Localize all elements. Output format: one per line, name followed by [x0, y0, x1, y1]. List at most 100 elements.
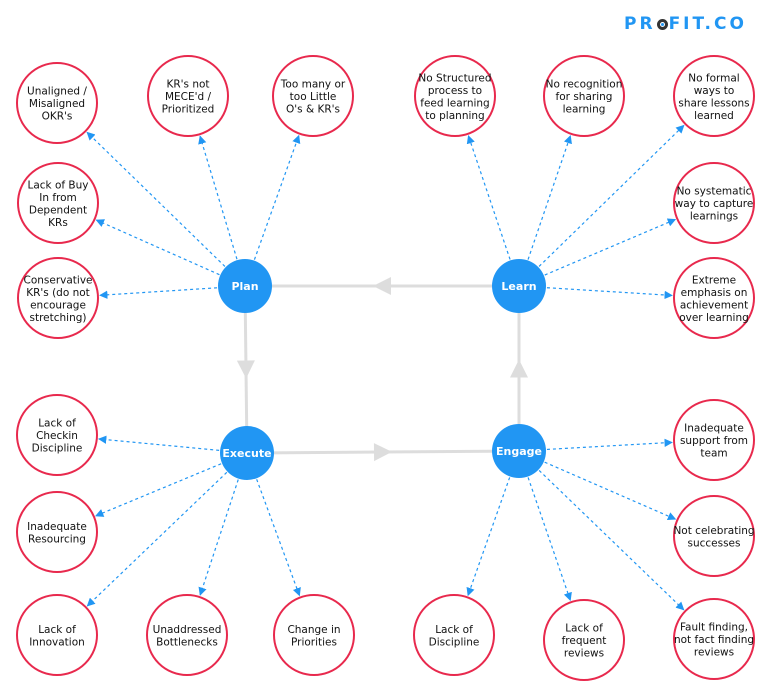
issue-label-line: Lack of: [38, 624, 76, 636]
connector-learn-0: [466, 135, 511, 260]
issue-node-execute-0: Lack ofCheckinDiscipline: [16, 394, 98, 476]
stage-label: Plan: [231, 280, 258, 293]
issue-label-line: No systematic: [677, 186, 752, 198]
issue-label-line: No Structured: [418, 72, 491, 84]
issue-label-line: Checkin: [36, 430, 78, 442]
issue-label-line: emphasis on: [681, 287, 748, 299]
issue-node-execute-3: UnaddressedBottlenecks: [146, 594, 228, 676]
issue-node-execute-1: InadequateResourcing: [16, 491, 98, 573]
issue-label-line: way to capture: [675, 198, 754, 210]
issue-label-line: KR's not: [166, 79, 209, 91]
connector-learn-1: [527, 134, 572, 260]
issue-label-line: team: [700, 448, 727, 460]
issue-label-line: Lack of Buy: [27, 179, 88, 191]
issue-node-engage-4: Fault finding,not fact findingreviews: [673, 598, 755, 680]
issue-node-learn-1: No recognitionfor sharinglearning: [543, 55, 625, 137]
connector-plan-4: [99, 287, 218, 300]
connector-plan-1: [198, 135, 238, 260]
issue-connectors: [86, 124, 685, 611]
issue-node-plan-2: Too many ortoo LittleO's & KR's: [272, 55, 354, 137]
connector-plan-2: [253, 134, 301, 260]
issue-label-line: Unaddressed: [153, 624, 222, 636]
flow-arrow-icon: [510, 359, 528, 378]
issue-nodes: Unaligned /MisalignedOKR's KR's notMECE'd…: [16, 55, 755, 681]
issue-label-line: reviews: [694, 647, 734, 659]
issue-label-line: OKR's: [42, 111, 73, 123]
issue-label-line: learned: [694, 110, 734, 122]
issue-label-line: Priorities: [291, 636, 337, 648]
issue-label-line: support from: [680, 435, 748, 447]
issue-node-learn-3: No systematicway to capturelearnings: [673, 162, 755, 244]
connector-execute-1: [95, 463, 222, 517]
issue-label-line: Too many or: [280, 79, 346, 91]
issue-label-line: reviews: [564, 648, 604, 660]
issue-label-line: No recognition: [546, 79, 623, 91]
connector-engage-2: [466, 477, 511, 597]
flow-arrow-icon: [236, 360, 255, 379]
issue-label-line: Misaligned: [29, 98, 85, 110]
stage-node-execute: Execute: [220, 426, 274, 480]
issue-label-line: Lack of: [435, 624, 473, 636]
issue-label-line: over learning: [679, 312, 749, 324]
issue-node-plan-1: KR's notMECE'd /Prioritized: [147, 55, 229, 137]
issue-label-line: Discipline: [32, 443, 83, 455]
issue-node-engage-2: Lack ofDiscipline: [413, 594, 495, 676]
issue-label-line: stretching): [29, 312, 86, 324]
stage-nodes: Plan Learn Execute Engage: [218, 259, 546, 480]
issue-node-learn-4: Extremeemphasis onachievementover learni…: [673, 257, 755, 339]
issue-node-learn-2: No formalways toshare lessonslearned: [673, 55, 755, 137]
issue-label-line: Change in: [287, 624, 340, 636]
stage-label: Learn: [501, 280, 536, 293]
issue-label-line: Not celebrating: [673, 525, 754, 537]
issue-label-line: successes: [687, 537, 740, 549]
connector-learn-3: [544, 218, 677, 276]
issue-label-line: for sharing: [556, 91, 613, 103]
issue-node-engage-0: Inadequatesupport fromteam: [673, 399, 755, 481]
issue-label-line: Unaligned /: [27, 86, 87, 98]
issue-label-line: KR's (do not: [26, 287, 90, 299]
issue-label-line: learning: [563, 104, 606, 116]
issue-label-line: Discipline: [429, 636, 480, 648]
connector-plan-3: [95, 219, 220, 276]
stage-label: Execute: [222, 447, 271, 460]
flow-arrow-icon: [373, 443, 392, 462]
connector-execute-0: [97, 435, 220, 451]
stage-node-engage: Engage: [492, 424, 546, 478]
issue-node-execute-2: Lack ofInnovation: [16, 594, 98, 676]
issue-label-line: Resourcing: [28, 533, 86, 545]
issue-label-line: encourage: [30, 299, 86, 311]
issue-node-plan-0: Unaligned /MisalignedOKR's: [16, 62, 98, 144]
issue-label-line: share lessons: [678, 97, 749, 109]
issue-label-line: Dependent: [29, 204, 87, 216]
issue-node-learn-0: No Structuredprocess tofeed learningto p…: [414, 55, 496, 137]
issue-label-line: ways to: [694, 85, 735, 97]
stage-node-plan: Plan: [218, 259, 272, 313]
connector-execute-3: [198, 479, 239, 596]
connector-learn-4: [546, 287, 673, 300]
issue-label-line: Prioritized: [162, 104, 215, 116]
issue-label-line: too Little: [290, 91, 337, 103]
issue-label-line: KRs: [48, 217, 68, 229]
issue-node-execute-4: Change inPriorities: [273, 594, 355, 676]
issue-label-line: Conservative: [23, 274, 92, 286]
issue-label-line: to planning: [425, 110, 484, 122]
issue-label-line: MECE'd /: [165, 91, 212, 103]
issue-label-line: Extreme: [692, 274, 736, 286]
issue-label-line: Lack of: [38, 418, 76, 430]
issue-label-line: process to: [428, 85, 482, 97]
connector-plan-0: [86, 131, 226, 267]
issue-label-line: frequent: [562, 635, 607, 647]
issue-label-line: Lack of: [565, 623, 603, 635]
issue-label-line: learnings: [690, 211, 738, 223]
cycle-flow-lines: [236, 277, 528, 462]
issue-label-line: Fault finding,: [680, 622, 748, 634]
issue-node-plan-4: ConservativeKR's (do notencouragestretch…: [17, 257, 99, 339]
issue-label-line: Inadequate: [684, 423, 744, 435]
stage-node-learn: Learn: [492, 259, 546, 313]
issue-label-line: not fact finding: [674, 634, 754, 646]
issue-node-engage-1: Not celebratingsuccesses: [673, 495, 755, 577]
issue-node-engage-3: Lack offrequentreviews: [543, 599, 625, 681]
okr-cycle-diagram: Unaligned /MisalignedOKR's KR's notMECE'd…: [16, 55, 755, 681]
connector-execute-2: [86, 471, 228, 607]
connector-engage-1: [544, 461, 677, 521]
